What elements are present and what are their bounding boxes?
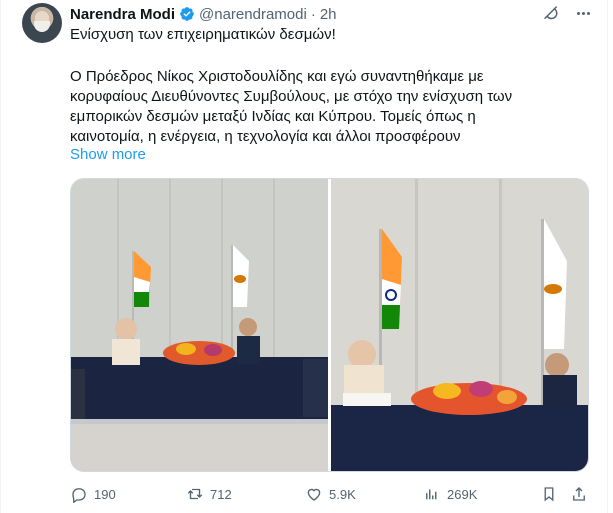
show-more-link[interactable]: Show more (70, 146, 146, 163)
views-action[interactable]: 269K (423, 484, 477, 504)
views-count: 269K (447, 486, 478, 502)
verified-badge-icon (180, 7, 194, 21)
bookmark-action[interactable] (540, 484, 564, 504)
share-icon (573, 487, 585, 501)
repost-action[interactable]: 712 (186, 484, 232, 504)
tweet-media[interactable] (70, 178, 589, 472)
grok-icon[interactable] (542, 4, 560, 22)
views-icon (426, 489, 437, 500)
photo-meeting-closeup-image (331, 179, 588, 471)
photo-meeting-closeup[interactable] (331, 179, 588, 471)
author-name[interactable]: Narendra Modi (70, 6, 175, 23)
photo-meeting-wide-image (71, 179, 328, 471)
repost-icon (187, 488, 203, 500)
timestamp[interactable]: 2h (320, 6, 337, 23)
reply-icon (72, 488, 86, 503)
more-dot (581, 11, 585, 15)
reply-count: 190 (94, 486, 116, 502)
author-handle[interactable]: @narendramodi (199, 6, 307, 23)
more-dot (576, 11, 580, 15)
tweet-title-line: Ενίσχυση των επιχειρηματικών δεσμών! (70, 26, 336, 43)
more-icon[interactable] (573, 3, 593, 23)
more-dot (586, 11, 590, 15)
tweet-header: Narendra Modi @narendramodi · 2h (70, 4, 337, 24)
tweet-actions: 190 712 5.9K 269K (70, 484, 587, 504)
like-count: 5.9K (329, 486, 356, 502)
avatar[interactable] (22, 3, 62, 43)
like-action[interactable]: 5.9K (305, 484, 356, 504)
photo-meeting-wide[interactable] (71, 179, 328, 471)
repost-count: 712 (210, 486, 232, 502)
timeline-border-left (0, 0, 1, 513)
heart-icon (307, 488, 321, 501)
reply-action[interactable]: 190 (70, 484, 116, 504)
tweet-body: Ο Πρόεδρος Νίκος Χριστοδουλίδης και εγώ … (70, 68, 513, 145)
bookmark-icon (544, 487, 554, 502)
share-action[interactable] (570, 484, 594, 504)
avatar-beard (34, 21, 50, 32)
timeline-border-right (607, 0, 608, 513)
separator-dot: · (310, 5, 316, 23)
